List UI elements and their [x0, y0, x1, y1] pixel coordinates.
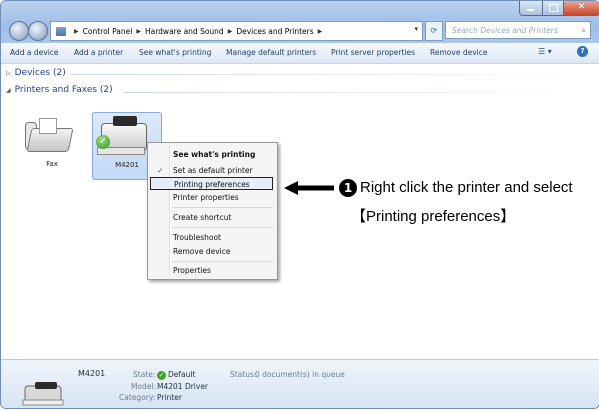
default-check-icon: ✓	[96, 135, 110, 149]
details-printer-name: M4201	[78, 369, 106, 378]
fax-icon	[23, 116, 81, 160]
minimize-button[interactable]	[519, 1, 543, 16]
device-fax[interactable]: Fax	[23, 116, 81, 174]
annotation-line2: 【Printing preferences】	[351, 208, 516, 225]
details-state-value: ✓ Default	[157, 370, 195, 380]
address-bar[interactable]: ▶ Control Panel ▶ Hardware and Sound ▶ D…	[50, 21, 423, 41]
menu-set-default-printer[interactable]: ✓ Set as default printer	[150, 164, 273, 177]
menu-troubleshoot[interactable]: Troubleshoot	[150, 231, 273, 244]
menu-printing-preferences[interactable]: Printing preferences	[150, 177, 273, 190]
details-status-value: 0 document(s) in queue	[255, 370, 345, 379]
menu-printer-properties[interactable]: Printer properties	[150, 191, 273, 204]
explorer-window: ▶ Control Panel ▶ Hardware and Sound ▶ D…	[0, 0, 599, 409]
default-check-icon: ✓	[157, 370, 166, 380]
back-button[interactable]	[9, 21, 29, 41]
details-pane: M4201 State: ✓ Default Status: 0 document…	[1, 359, 599, 408]
close-button[interactable]: ✕	[563, 1, 599, 16]
print-server-properties-button[interactable]: Print server properties	[331, 48, 415, 57]
search-placeholder: Search Devices and Printers	[452, 26, 558, 35]
details-state-label: State:	[133, 370, 156, 379]
menu-label: Set as default printer	[173, 166, 253, 175]
group-devices-label: Devices (2)	[14, 68, 66, 78]
state-text: Default	[168, 370, 196, 379]
group-divider	[123, 92, 581, 93]
crumb-devices-and-printers[interactable]: Devices and Printers	[236, 27, 313, 36]
context-menu: See what's printing ✓ Set as default prin…	[147, 142, 278, 280]
search-icon[interactable]: ⌕	[582, 22, 586, 40]
menu-remove-device[interactable]: Remove device	[150, 245, 273, 258]
details-category-label: Category:	[119, 393, 156, 402]
details-category-value: Printer	[157, 393, 182, 402]
crumb-control-panel[interactable]: Control Panel	[83, 27, 133, 36]
details-model-label: Model:	[131, 382, 157, 391]
forward-button[interactable]	[28, 21, 48, 41]
chevron-right-icon: ▶	[317, 27, 323, 35]
annotation-arrow-icon	[284, 181, 334, 195]
address-dropdown-icon[interactable]: ▾	[414, 25, 418, 33]
title-bar: ▶ Control Panel ▶ Hardware and Sound ▶ D…	[1, 1, 599, 43]
printer-icon	[22, 382, 64, 406]
chevron-right-icon: ▶	[74, 27, 79, 35]
command-bar: Add a device Add a printer See what's pr…	[1, 43, 599, 64]
chevron-right-icon: ▶	[227, 27, 233, 35]
group-printers[interactable]: ◢ Printers and Faxes (2)	[6, 85, 113, 95]
details-status-label: Status:	[230, 370, 257, 379]
change-view-icon[interactable]: ☰ ▾	[538, 47, 552, 56]
refresh-button[interactable]: ⟳	[425, 21, 443, 41]
see-whats-printing-button[interactable]: See what's printing	[139, 48, 211, 57]
group-printers-label: Printers and Faxes (2)	[14, 85, 113, 95]
checkmark-icon: ✓	[157, 166, 164, 175]
search-input[interactable]: Search Devices and Printers ⌕	[445, 21, 591, 39]
step-badge: 1	[339, 179, 357, 197]
control-panel-icon	[56, 26, 66, 36]
menu-see-whats-printing[interactable]: See what's printing	[150, 148, 273, 161]
menu-create-shortcut[interactable]: Create shortcut	[150, 211, 273, 224]
annotation-line1: Right click the printer and select	[360, 179, 573, 196]
group-devices[interactable]: ▷ Devices (2)	[6, 68, 66, 78]
manage-default-printers-button[interactable]: Manage default printers	[226, 48, 316, 57]
expand-arrow-icon: ▷	[6, 70, 11, 77]
crumb-hardware-and-sound[interactable]: Hardware and Sound	[145, 27, 224, 36]
chevron-right-icon: ▶	[136, 27, 141, 35]
help-icon[interactable]: ?	[577, 46, 588, 57]
group-divider	[71, 74, 581, 75]
menu-properties[interactable]: Properties	[150, 264, 273, 277]
add-printer-button[interactable]: Add a printer	[74, 48, 123, 57]
add-device-button[interactable]: Add a device	[10, 48, 59, 57]
details-model-value: M4201 Driver	[157, 382, 209, 391]
collapse-arrow-icon: ◢	[6, 87, 11, 94]
device-label: Fax	[46, 160, 58, 168]
maximize-button[interactable]	[542, 1, 564, 16]
remove-device-button[interactable]: Remove device	[430, 48, 487, 57]
